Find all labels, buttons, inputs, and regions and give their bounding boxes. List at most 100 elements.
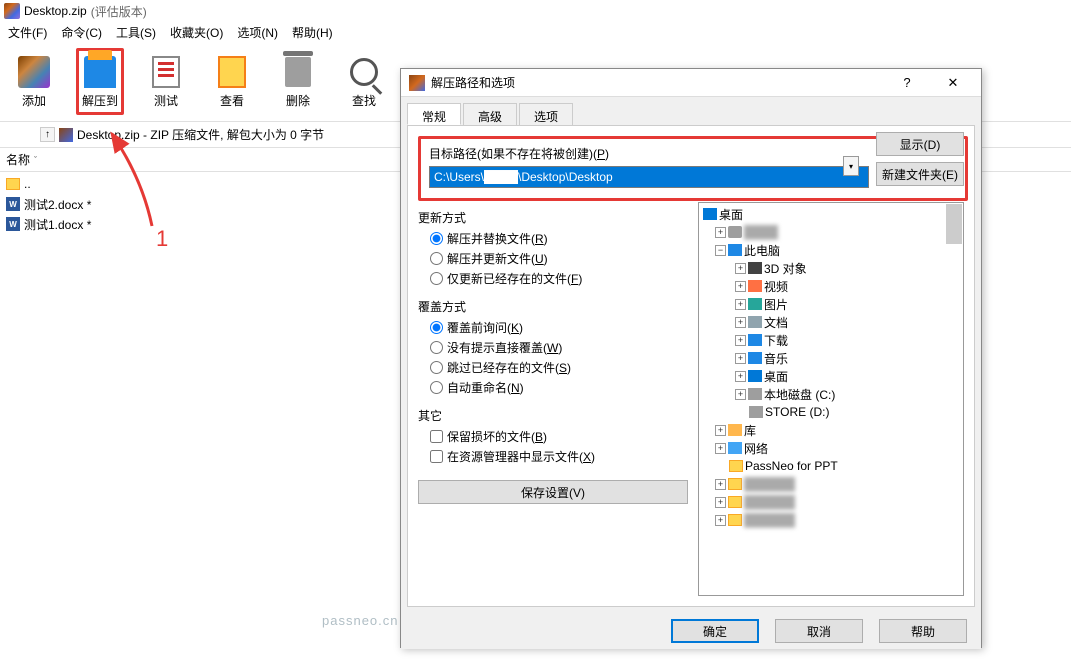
dialog-close-button[interactable]: ✕ xyxy=(933,70,973,96)
menu-file[interactable]: 文件(F) xyxy=(8,24,47,40)
tree-item-documents[interactable]: +文档 xyxy=(701,313,961,331)
video-icon xyxy=(748,280,762,292)
toolbar-extract[interactable]: 解压到 xyxy=(76,48,124,115)
nav-up-button[interactable]: ↑ xyxy=(40,127,55,142)
word-icon: W xyxy=(6,217,20,231)
annotation-1: 1 xyxy=(156,226,168,252)
drive-icon xyxy=(748,388,762,400)
tree-item-downloads[interactable]: +下载 xyxy=(701,331,961,349)
window-title-suffix: (评估版本) xyxy=(91,3,147,20)
tab-options[interactable]: 选项 xyxy=(519,103,573,125)
tree-item-tree-desktop[interactable]: +桌面 xyxy=(701,367,961,385)
tree-item-pictures[interactable]: +图片 xyxy=(701,295,961,313)
display-button[interactable]: 显示(D) xyxy=(876,132,964,156)
scrollbar-thumb[interactable] xyxy=(946,204,962,244)
expand-icon[interactable]: + xyxy=(715,515,726,526)
folder-icon xyxy=(728,514,742,526)
tree-item-blur[interactable]: +██████ xyxy=(701,493,961,511)
menu-command[interactable]: 命令(C) xyxy=(61,24,102,40)
toolbar-find-label: 查找 xyxy=(352,92,376,109)
dialog-help-button[interactable]: ? xyxy=(887,70,927,96)
radio-replace[interactable]: 解压并替换文件(R) xyxy=(430,230,688,247)
path-dropdown-button[interactable]: ▾ xyxy=(843,156,859,176)
cancel-button[interactable]: 取消 xyxy=(775,619,863,643)
check-keep-broken[interactable]: 保留损坏的文件(B) xyxy=(430,428,688,445)
radio-rename[interactable]: 自动重命名(N) xyxy=(430,379,688,396)
folder-icon xyxy=(728,478,742,490)
toolbar-test-label: 测试 xyxy=(154,92,178,109)
target-path-input[interactable] xyxy=(429,166,869,188)
expand-icon[interactable]: + xyxy=(735,317,746,328)
network-icon xyxy=(728,442,742,454)
expand-icon[interactable]: + xyxy=(715,425,726,436)
expand-icon[interactable]: + xyxy=(715,227,726,238)
expand-icon[interactable]: + xyxy=(715,443,726,454)
dialog-body: 目标路径(如果不存在将被创建)(P) ▾ 更新方式 解压并替换文件(R) 解压并… xyxy=(407,125,975,607)
toolbar-delete-label: 删除 xyxy=(286,92,310,109)
folder-icon xyxy=(728,496,742,508)
tree-item-passneo[interactable]: PassNeo for PPT xyxy=(701,457,961,475)
tree-item-desktop[interactable]: 桌面 xyxy=(701,205,961,223)
radio-update[interactable]: 解压并更新文件(U) xyxy=(430,250,688,267)
app-icon xyxy=(4,3,20,19)
sort-indicator-icon: ˇ xyxy=(34,155,37,165)
expand-icon[interactable]: + xyxy=(735,299,746,310)
menu-favorites[interactable]: 收藏夹(O) xyxy=(170,24,223,40)
dialog-titlebar: 解压路径和选项 ? ✕ xyxy=(401,69,981,97)
tree-item-blur[interactable]: +██████ xyxy=(701,475,961,493)
ok-button[interactable]: 确定 xyxy=(671,619,759,643)
cube-icon xyxy=(748,262,762,274)
zip-icon xyxy=(59,128,73,142)
save-settings-button[interactable]: 保存设置(V) xyxy=(418,480,688,504)
tab-general[interactable]: 常规 xyxy=(407,103,461,125)
dialog-title: 解压路径和选项 xyxy=(431,74,515,91)
folder-tree[interactable]: 桌面 +████ −此电脑 +3D 对象 +视频 +图片 +文档 +下载 +音乐… xyxy=(698,202,964,596)
tree-item-network[interactable]: +网络 xyxy=(701,439,961,457)
new-folder-button[interactable]: 新建文件夹(E) xyxy=(876,162,964,186)
radio-freshen[interactable]: 仅更新已经存在的文件(F) xyxy=(430,270,688,287)
document-icon xyxy=(748,316,762,328)
expand-icon[interactable]: + xyxy=(735,389,746,400)
folder-icon xyxy=(729,460,743,472)
expand-icon[interactable]: + xyxy=(715,479,726,490)
toolbar-test[interactable]: 测试 xyxy=(142,48,190,115)
radio-skip[interactable]: 跳过已经存在的文件(S) xyxy=(430,359,688,376)
test-icon xyxy=(152,56,180,88)
radio-ask[interactable]: 覆盖前询问(K) xyxy=(430,319,688,336)
toolbar-find[interactable]: 查找 xyxy=(340,48,388,115)
toolbar-add[interactable]: 添加 xyxy=(10,48,58,115)
radio-overwrite[interactable]: 没有提示直接覆盖(W) xyxy=(430,339,688,356)
view-icon xyxy=(218,56,246,88)
menu-tools[interactable]: 工具(S) xyxy=(116,24,156,40)
tree-item-music[interactable]: +音乐 xyxy=(701,349,961,367)
expand-icon[interactable]: + xyxy=(735,263,746,274)
tree-item-cdrive[interactable]: +本地磁盘 (C:) xyxy=(701,385,961,403)
column-name[interactable]: 名称 ˇ xyxy=(6,151,37,168)
help-button[interactable]: 帮助 xyxy=(879,619,967,643)
tree-item-thispc[interactable]: −此电脑 xyxy=(701,241,961,259)
check-show-explorer[interactable]: 在资源管理器中显示文件(X) xyxy=(430,448,688,465)
tree-item-blur[interactable]: +██████ xyxy=(701,511,961,529)
tree-item-libraries[interactable]: +库 xyxy=(701,421,961,439)
find-icon xyxy=(350,58,378,86)
overwrite-mode-group: 覆盖方式 覆盖前询问(K) 没有提示直接覆盖(W) 跳过已经存在的文件(S) 自… xyxy=(418,298,688,399)
tree-item-3d[interactable]: +3D 对象 xyxy=(701,259,961,277)
expand-icon[interactable]: + xyxy=(735,371,746,382)
user-icon xyxy=(728,226,742,238)
pc-icon xyxy=(728,244,742,256)
expand-icon[interactable]: + xyxy=(715,497,726,508)
expand-icon[interactable]: + xyxy=(735,353,746,364)
tree-item-user[interactable]: +████ xyxy=(701,223,961,241)
menu-help[interactable]: 帮助(H) xyxy=(292,24,333,40)
toolbar-add-label: 添加 xyxy=(22,92,46,109)
toolbar-delete[interactable]: 删除 xyxy=(274,48,322,115)
menu-options[interactable]: 选项(N) xyxy=(237,24,278,40)
expand-icon[interactable]: + xyxy=(735,281,746,292)
window-title: Desktop.zip xyxy=(24,4,87,18)
collapse-icon[interactable]: − xyxy=(715,245,726,256)
tab-advanced[interactable]: 高级 xyxy=(463,103,517,125)
tree-item-ddrive[interactable]: STORE (D:) xyxy=(701,403,961,421)
expand-icon[interactable]: + xyxy=(735,335,746,346)
toolbar-view[interactable]: 查看 xyxy=(208,48,256,115)
tree-item-video[interactable]: +视频 xyxy=(701,277,961,295)
